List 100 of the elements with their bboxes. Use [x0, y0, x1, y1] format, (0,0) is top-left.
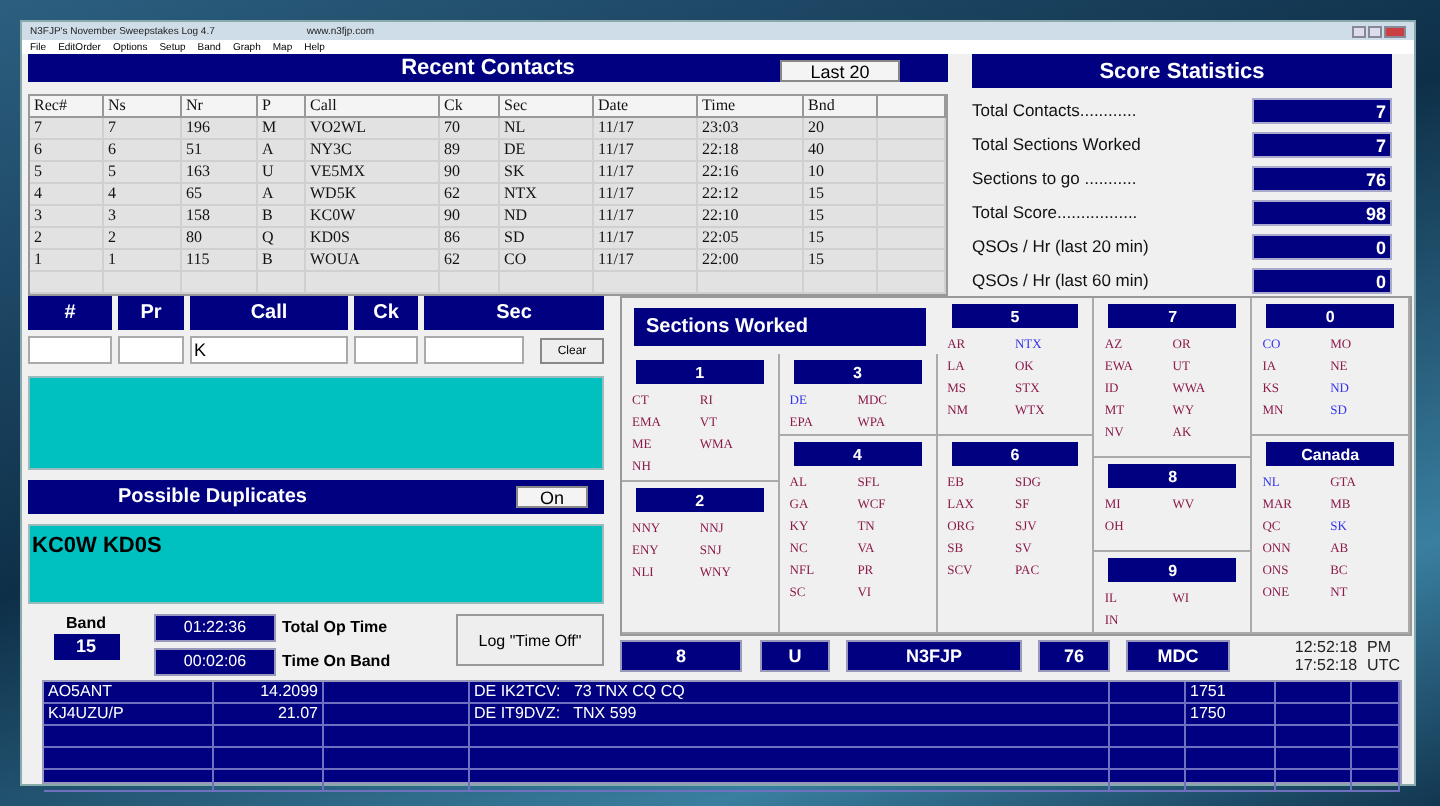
duplicates-toggle-button[interactable]: On: [516, 486, 588, 508]
table-cell: WD5K: [306, 184, 440, 204]
column-header: Bnd: [804, 96, 878, 116]
table-cell: 1: [30, 250, 104, 270]
stat-value: 7: [1252, 97, 1392, 123]
stat-value: 98: [1252, 199, 1392, 225]
minimize-button[interactable]: [1352, 25, 1366, 37]
spot-message: DE IK2TCV: 73 TNX CQ CQ: [470, 682, 1110, 702]
group-header: 3: [793, 360, 922, 384]
stat-label: Total Sections Worked: [972, 134, 1141, 154]
stat-label: Total Score.................: [972, 202, 1138, 222]
table-cell: NTX: [500, 184, 594, 204]
table-cell: 6: [104, 140, 182, 160]
group-header: 0: [1266, 304, 1394, 328]
input-field[interactable]: [354, 336, 418, 364]
spot-call: AO5ANT: [44, 682, 214, 702]
time-label: Total Op Time: [282, 616, 390, 640]
maximize-button[interactable]: [1368, 25, 1382, 37]
exchange-value: MDC: [1126, 640, 1230, 672]
table-cell: ND: [500, 206, 594, 226]
field-header: Pr: [118, 296, 184, 330]
group-header: 9: [1108, 558, 1237, 582]
table-cell: 90: [440, 206, 500, 226]
table-cell: A: [258, 140, 306, 160]
table-cell: 115: [182, 250, 258, 270]
table-cell: 15: [804, 228, 878, 248]
spot-frequency: 14.2099: [214, 682, 324, 702]
exchange-value: 76: [1038, 640, 1110, 672]
panel-title: Possible Duplicates: [118, 486, 307, 508]
table-cell: 6: [30, 140, 104, 160]
input-field[interactable]: [28, 336, 112, 364]
panel-title: Score Statistics: [1099, 59, 1265, 83]
table-cell: 15: [804, 206, 878, 226]
table-cell: 22:12: [698, 184, 804, 204]
table-cell: B: [258, 250, 306, 270]
column-header: Date: [594, 96, 698, 116]
table-cell: 11/17: [594, 140, 698, 160]
table-cell: A: [258, 184, 306, 204]
table-cell: 3: [30, 206, 104, 226]
input-field[interactable]: K: [190, 336, 348, 364]
table-cell: U: [258, 162, 306, 182]
input-field[interactable]: [424, 336, 524, 364]
table-cell: 22:10: [698, 206, 804, 226]
column-header: Ck: [440, 96, 500, 116]
time-value: 01:22:36: [154, 614, 276, 642]
stat-label: QSOs / Hr (last 60 min): [972, 270, 1149, 290]
table-cell: CO: [500, 250, 594, 270]
table-cell: 22:05: [698, 228, 804, 248]
table-cell: 7: [104, 118, 182, 138]
table-cell: VO2WL: [306, 118, 440, 138]
table-cell: 11/17: [594, 206, 698, 226]
column-header: Call: [306, 96, 440, 116]
spot-time: 1751: [1186, 682, 1276, 702]
table-cell: 40: [804, 140, 878, 160]
table-cell: Q: [258, 228, 306, 248]
stat-value: 0: [1252, 233, 1392, 259]
group-header: 4: [793, 442, 922, 466]
table-cell: 11/17: [594, 184, 698, 204]
table-cell: KD0S: [306, 228, 440, 248]
spot-message: DE IT9DVZ: TNX 599: [470, 704, 1110, 724]
sections-worked-header: Sections Worked: [634, 308, 926, 346]
table-cell: 10: [804, 162, 878, 182]
column-header: Ns: [104, 96, 182, 116]
table-cell: B: [258, 206, 306, 226]
last-20-button[interactable]: Last 20: [780, 60, 900, 82]
table-cell: 4: [30, 184, 104, 204]
log-time-off-button[interactable]: Log "Time Off": [456, 614, 604, 666]
table-cell: 23:03: [698, 118, 804, 138]
clock-label: UTC: [1367, 656, 1400, 674]
table-cell: 62: [440, 184, 500, 204]
table-cell: 3: [104, 206, 182, 226]
table-cell: 163: [182, 162, 258, 182]
table-cell: SK: [500, 162, 594, 182]
clock-time: 17:52:18: [1294, 656, 1358, 674]
close-button[interactable]: [1384, 25, 1406, 37]
stat-value: 7: [1252, 131, 1392, 157]
table-cell: 62: [440, 250, 500, 270]
column-header: Sec: [500, 96, 594, 116]
band-label: Band: [66, 614, 106, 632]
clock-time: 12:52:18: [1294, 638, 1358, 656]
table-cell: 5: [104, 162, 182, 182]
group-header: 7: [1108, 304, 1237, 328]
band-value: 15: [53, 634, 119, 660]
table-cell: 2: [30, 228, 104, 248]
field-header: Call: [190, 296, 348, 330]
stat-label: Sections to go ...........: [972, 168, 1137, 188]
time-value: 00:02:06: [154, 648, 276, 676]
input-field[interactable]: [118, 336, 184, 364]
table-cell: 51: [182, 140, 258, 160]
table-cell: 1: [104, 250, 182, 270]
table-cell: 7: [30, 118, 104, 138]
table-cell: 70: [440, 118, 500, 138]
field-header: #: [28, 296, 112, 330]
spot-frequency: 21.07: [214, 704, 324, 724]
column-header: Time: [698, 96, 804, 116]
table-cell: 20: [804, 118, 878, 138]
time-label: Time On Band: [282, 650, 391, 674]
exchange-value: 8: [620, 640, 742, 672]
table-cell: 22:18: [698, 140, 804, 160]
table-cell: 11/17: [594, 228, 698, 248]
